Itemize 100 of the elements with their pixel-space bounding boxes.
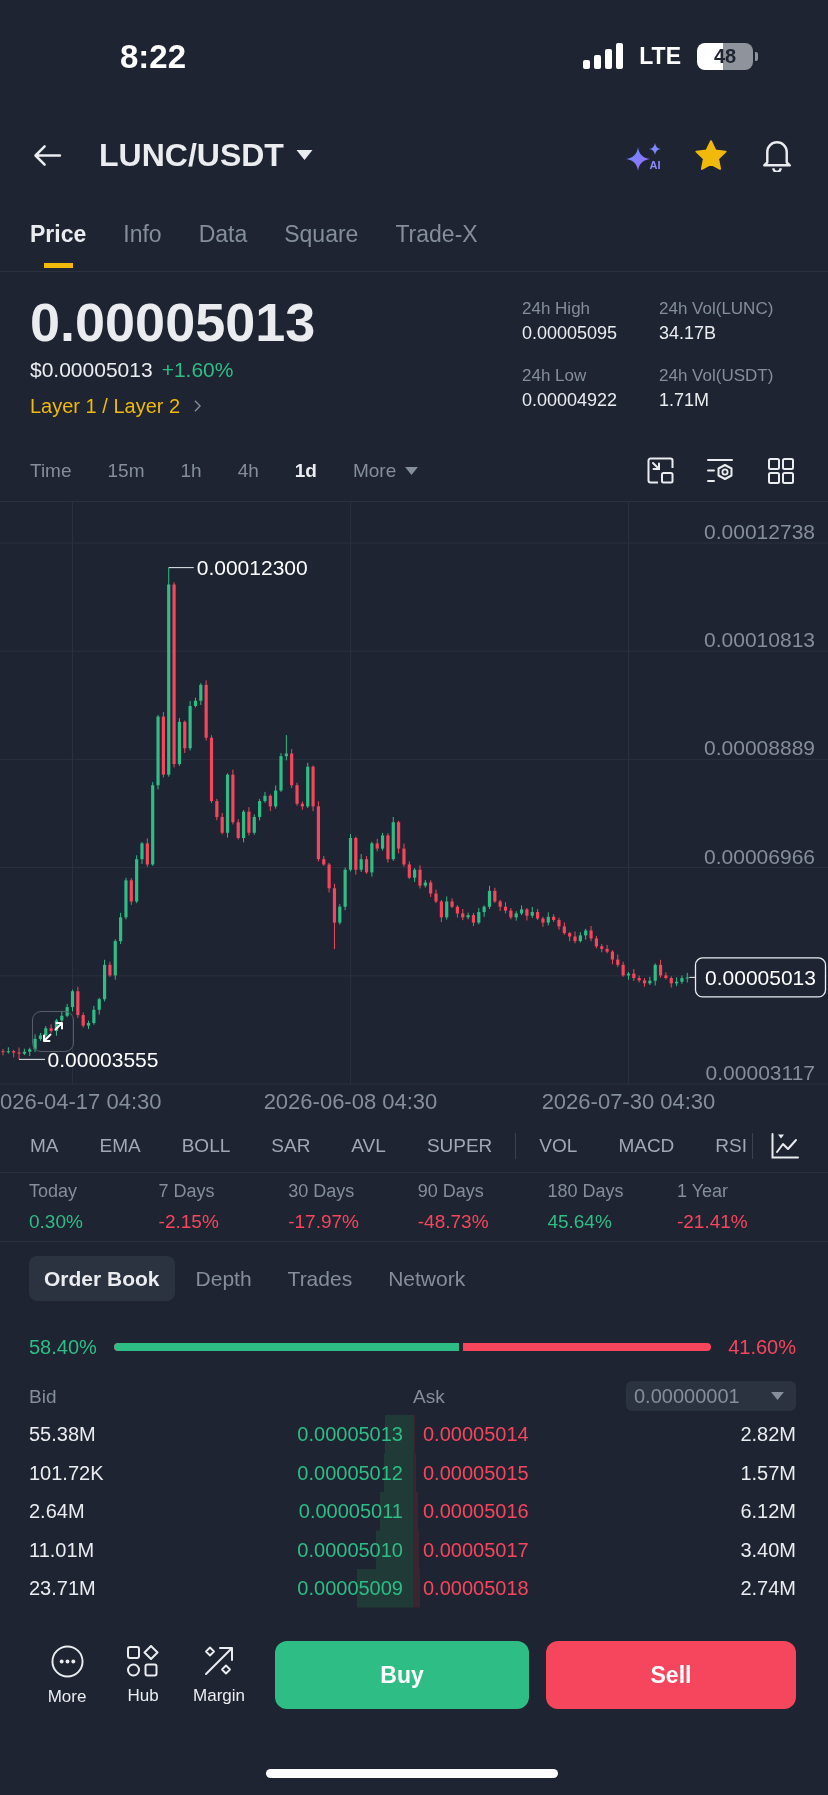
bid-amount: 2.64M [29, 1501, 86, 1522]
interval-menu[interactable]: More [352, 458, 419, 483]
sparkle-icon [626, 147, 650, 171]
falling-candle [471, 912, 476, 927]
indicator-tab[interactable]: MACD [618, 1134, 675, 1158]
low-price-leader-line [18, 1058, 46, 1060]
buy-ratio: 58.40% [29, 1337, 97, 1357]
caret-down-icon [771, 1392, 784, 1400]
stat-label: 24h Vol(LUNC) [659, 298, 774, 320]
sell-ratio: 41.60% [728, 1337, 796, 1357]
ai-assistant-button[interactable]: AI [626, 139, 661, 171]
high-price-label: 0.00012300 [196, 556, 308, 580]
back-icon[interactable] [33, 143, 62, 167]
category-link[interactable]: Layer 1 / Layer 2 [30, 393, 202, 419]
performance-label: 7 Days [158, 1180, 215, 1203]
falling-candle [183, 719, 187, 754]
rising-candle [22, 1048, 26, 1056]
ask-price: 0.00005016 [423, 1501, 529, 1522]
order-book-tab[interactable]: Depth [180, 1256, 267, 1301]
price-axis-label: 0.00012738 [704, 520, 815, 543]
indicator-tab[interactable]: MA [30, 1134, 59, 1158]
falling-candle [108, 961, 112, 978]
shortcut-button[interactable]: Hub [105, 1641, 181, 1707]
stat-value: 0.00004922 [522, 389, 619, 412]
rising-candle [413, 867, 417, 883]
caret-down-icon [405, 466, 419, 475]
sell-button[interactable]: Sell [546, 1641, 796, 1709]
interval-tab[interactable]: 4h [237, 458, 259, 483]
pair-selector[interactable]: LUNC/USDT [99, 139, 313, 171]
page-tab[interactable]: Square [284, 198, 359, 271]
shortcut-button[interactable]: Margin [181, 1641, 257, 1707]
performance-value: -48.73% [417, 1210, 489, 1234]
bell-icon[interactable] [761, 138, 793, 172]
indicator-tab[interactable]: AVL [351, 1134, 386, 1158]
rising-candle [370, 841, 374, 878]
minimize-window-icon[interactable] [647, 457, 674, 484]
order-book-tab[interactable]: Network [373, 1256, 481, 1301]
price-axis-label: 0.00006966 [704, 844, 815, 868]
interval-tab[interactable]: 1h [180, 458, 202, 483]
indicator-tab[interactable]: SAR [271, 1134, 311, 1158]
bid-amount: 55.38M [29, 1424, 97, 1445]
ask-amount: 6.12M [740, 1501, 796, 1522]
rising-candle [6, 1046, 10, 1055]
interval-tab[interactable]: Time [30, 458, 72, 483]
price-axis-label: 0.00008889 [704, 736, 815, 760]
line-chart-icon[interactable] [771, 1133, 799, 1159]
expand-icon [42, 1020, 64, 1043]
stat-value: 34.17B [659, 322, 718, 345]
stat-label: 24h Low [522, 365, 588, 387]
price-axis-label: 0.00003117 [705, 1061, 815, 1084]
caret-down-icon [295, 150, 313, 160]
rising-candle [578, 931, 582, 943]
diagonal-arrow-icon [203, 1645, 235, 1677]
ask-amount: 2.74M [740, 1578, 796, 1599]
small-sparkle-icon [649, 143, 661, 155]
falling-candle [375, 838, 379, 852]
indicator-tab[interactable]: BOLL [181, 1134, 231, 1158]
rising-candle [252, 813, 256, 836]
falling-candle [461, 908, 465, 921]
indicator-tab[interactable]: EMA [99, 1134, 141, 1158]
stat-value: 1.71M [659, 389, 711, 412]
stat-label: 24h Vol(USDT) [659, 365, 774, 387]
rising-candle [584, 928, 588, 941]
rising-candle [445, 895, 449, 921]
falling-candle [49, 1023, 53, 1034]
indicator-tab[interactable]: SUPER [426, 1134, 493, 1158]
bid-price: 0.00005011 [297, 1501, 403, 1522]
performance-label: Today [29, 1180, 78, 1203]
page-tab[interactable]: Data [198, 198, 248, 271]
stat-label: 24h High [522, 298, 592, 320]
indicator-tab[interactable]: VOL [539, 1134, 578, 1158]
page-tab[interactable]: Info [123, 198, 162, 271]
stat-value: 0.00005095 [522, 322, 619, 345]
page-tab[interactable]: Price [30, 198, 87, 271]
rising-candle [423, 879, 427, 889]
page-tab[interactable]: Trade-X [395, 198, 478, 271]
price-axis-label: 0.00010813 [704, 628, 815, 652]
chart-settings-icon[interactable] [707, 457, 735, 484]
shortcut-button[interactable]: More [29, 1641, 105, 1708]
order-book-tab[interactable]: Trades [272, 1256, 368, 1301]
star-icon[interactable] [695, 139, 727, 171]
bid-amount: 101.72K [29, 1462, 105, 1483]
bid-price: 0.00005010 [296, 1539, 403, 1560]
indicator-tab[interactable]: RSI [715, 1134, 747, 1158]
signal-icon [583, 43, 624, 69]
last-price-connector-line [688, 976, 696, 978]
rising-candle [44, 1025, 48, 1040]
ask-price: 0.00005015 [423, 1462, 529, 1483]
precision-dropdown[interactable]: 0.00000001 [626, 1381, 796, 1411]
rising-candle [241, 809, 246, 843]
order-book-tab[interactable]: Order Book [29, 1256, 175, 1301]
interval-tab[interactable]: 1d [294, 458, 317, 483]
expand-chart-button[interactable] [32, 1011, 74, 1052]
interval-tab[interactable]: 15m [107, 458, 145, 483]
performance-label: 30 Days [288, 1180, 355, 1203]
tab-underline [43, 263, 73, 268]
ask-amount: 2.82M [740, 1424, 796, 1445]
performance-label: 90 Days [417, 1180, 484, 1203]
grid-icon[interactable] [768, 457, 794, 484]
falling-candle [247, 806, 251, 837]
